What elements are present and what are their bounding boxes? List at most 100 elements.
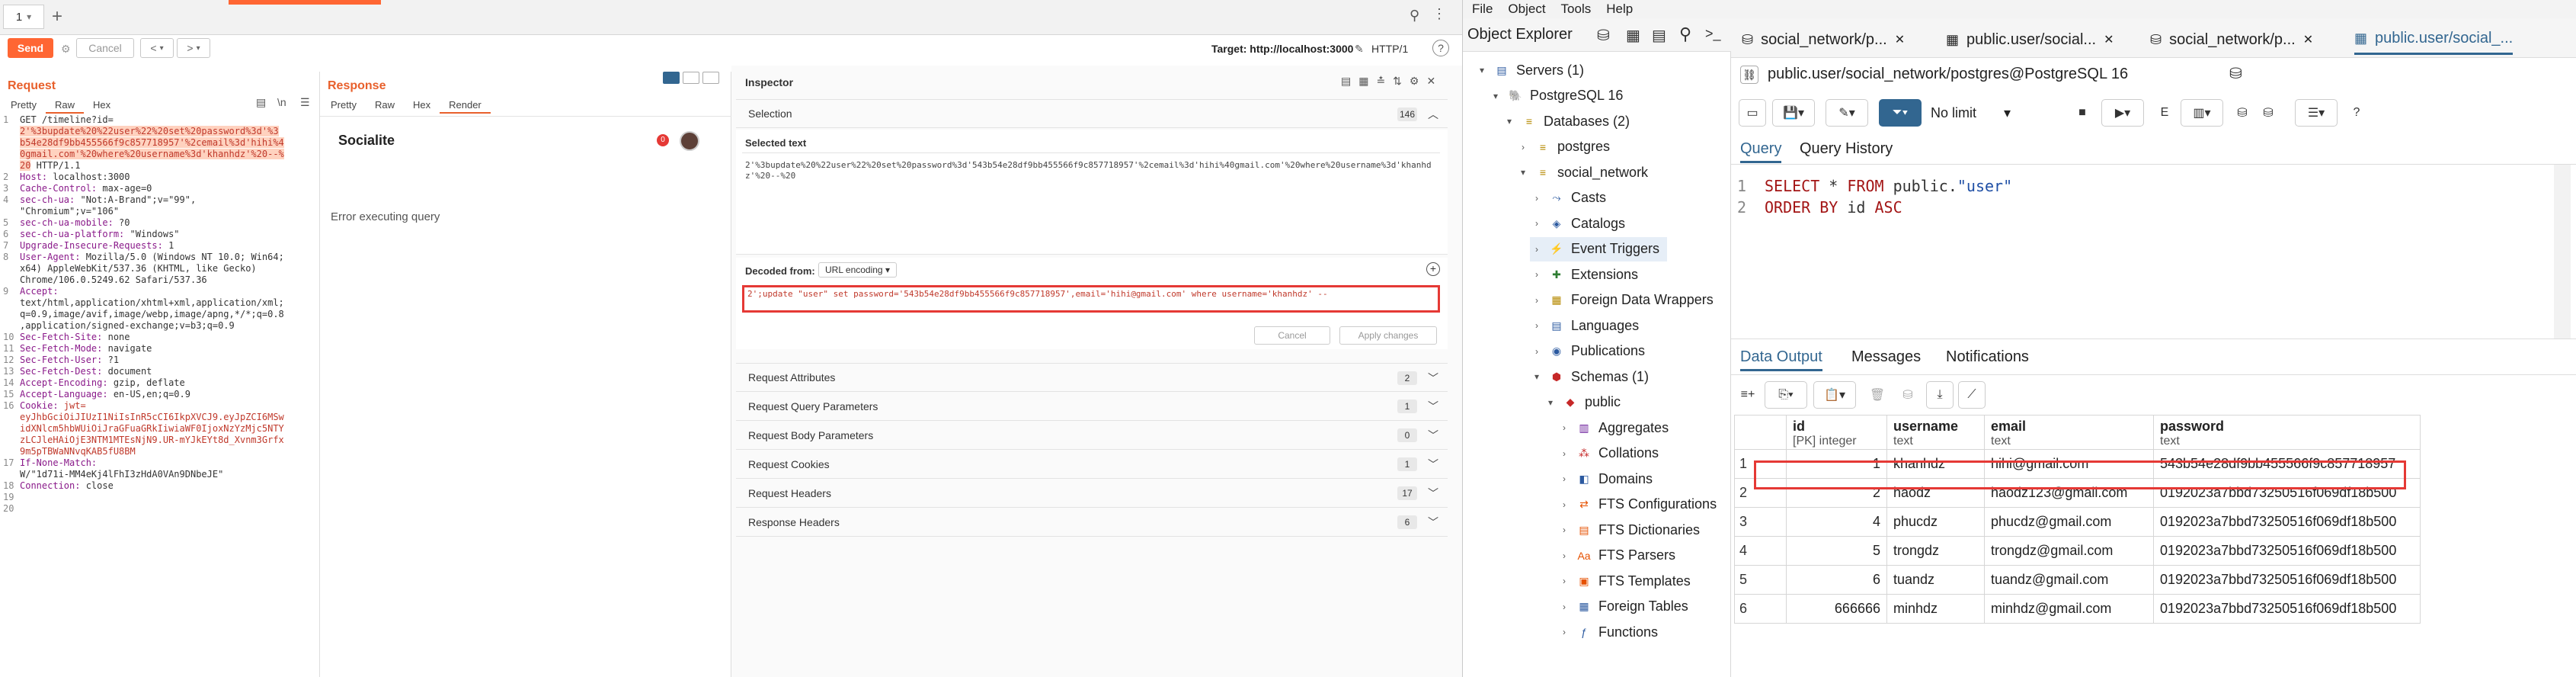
wrap-toggle-icon[interactable]: ▤ (256, 96, 266, 109)
tab-query[interactable]: Query (1740, 140, 1782, 163)
send-button[interactable]: Send (8, 38, 53, 58)
explain-icon[interactable]: E (2155, 99, 2174, 127)
expand-arrow-icon[interactable]: ▾ (1516, 167, 1530, 178)
disconnect-icon[interactable]: ⛓ (1740, 66, 1758, 84)
table-row[interactable]: 6 666666 minhdz minhdz@gmail.com 0192023a7bb… (1734, 594, 2421, 624)
add-tab-button[interactable]: + (52, 6, 62, 27)
tree-item[interactable]: › ⚡ Event Triggers (1530, 236, 1668, 261)
tab-query-history[interactable]: Query History (1800, 140, 1893, 158)
cell-password[interactable]: 0192023a7bbd73250516f069df18b500 (2153, 594, 2421, 624)
expand-arrow-icon[interactable]: › (1557, 550, 1571, 561)
stop-icon[interactable]: ■ (2072, 99, 2092, 127)
cell-username[interactable]: khanhdz (1886, 449, 1985, 479)
save-icon[interactable]: 💾▾ (1772, 99, 1815, 127)
tree-item[interactable]: › ⤳ Casts (1530, 186, 1606, 210)
macros-icon[interactable]: ☰▾ (2295, 99, 2338, 127)
expand-arrow-icon[interactable]: › (1557, 473, 1571, 484)
explain-analyze-icon[interactable]: ▥▾ (2181, 99, 2223, 127)
connection-string[interactable]: public.user/social_network/postgres@Post… (1768, 66, 2128, 83)
inspector-section[interactable]: Request Body Parameters 0 ﹀ (736, 421, 1448, 450)
back-button[interactable]: < ▾ (140, 38, 174, 58)
cell-email[interactable]: hihi@gmail.com (1984, 449, 2154, 479)
chevron-down-icon[interactable]: ﹀ (1428, 457, 1438, 472)
column-header-username[interactable]: username text (1886, 415, 1985, 450)
cell-email[interactable]: tuandz@gmail.com (1984, 565, 2154, 595)
graph-icon[interactable]: ⟋ (1958, 381, 1986, 409)
chevron-down-icon[interactable]: ﹀ (1428, 371, 1438, 386)
execute-icon[interactable]: ▶▾ (2101, 99, 2144, 127)
tree-item[interactable]: ▾ ≡ social_network (1516, 160, 1648, 184)
view-data-icon[interactable]: ▤ (1652, 26, 1666, 45)
cancel-button[interactable]: Cancel (76, 38, 134, 58)
table-row[interactable]: 4 5 trongdz trongdz@gmail.com 0192023a7bbd73… (1734, 536, 2421, 566)
tree-item[interactable]: ▾ ▤ Servers (1) (1475, 58, 1584, 82)
table-grid-icon[interactable]: ▦ (1626, 26, 1640, 45)
menu-tools[interactable]: Tools (1561, 2, 1592, 17)
tree-item[interactable]: › ▦ Foreign Tables (1557, 595, 1688, 619)
tab-hex[interactable]: Hex (84, 98, 120, 114)
expand-arrow-icon[interactable]: › (1557, 525, 1571, 535)
cell-password[interactable]: 0192023a7bbd73250516f069df18b500 (2153, 536, 2421, 566)
tab-notifications[interactable]: Notifications (1946, 348, 2029, 366)
cell-email[interactable]: trongdz@gmail.com (1984, 536, 2154, 566)
tree-item[interactable]: › ▥ Aggregates (1557, 416, 1669, 440)
rollback-icon[interactable]: ⛁ (2258, 99, 2278, 127)
column-header-password[interactable]: password text (2153, 415, 2421, 450)
expand-arrow-icon[interactable]: › (1530, 346, 1544, 357)
sql-editor[interactable]: 1 SELECT * FROM public."user" 2 ORDER BY id… (1731, 165, 2576, 338)
table-row[interactable]: 1 1 khanhdz hihi@gmail.com 543b54e28df9bb455… (1734, 449, 2421, 479)
tab-raw[interactable]: Raw (45, 98, 84, 114)
expand-arrow-icon[interactable]: › (1557, 576, 1571, 586)
cell-username[interactable]: phucdz (1886, 507, 1985, 537)
paste-icon[interactable]: 📋▾ (1813, 381, 1856, 409)
table-row[interactable]: 5 6 tuandz tuandz@gmail.com 0192023a7bbd7325… (1734, 565, 2421, 595)
edit-icon[interactable]: ✎▾ (1826, 99, 1868, 127)
cell-password[interactable]: 0192023a7bbd73250516f069df18b500 (2153, 507, 2421, 537)
encoding-select[interactable]: URL encoding ▾ (818, 262, 897, 278)
tree-item[interactable]: › Aa FTS Parsers (1557, 544, 1675, 568)
table-row[interactable]: 2 2 haodz haodz123@gmail.com 0192023a7bbd732… (1734, 478, 2421, 508)
cell-id[interactable]: 6 (1786, 565, 1887, 595)
tree-item[interactable]: › ⇄ FTS Configurations (1557, 493, 1717, 517)
cell-password[interactable]: 0192023a7bbd73250516f069df18b500 (2153, 565, 2421, 595)
tab-pretty[interactable]: Pretty (322, 98, 366, 114)
tree-item[interactable]: › ✚ Extensions (1530, 262, 1638, 287)
open-folder-icon[interactable]: ▭ (1739, 99, 1766, 127)
database-icon[interactable]: ⛁ (1597, 26, 1610, 45)
copy-icon[interactable]: ⎘▾ (1765, 381, 1807, 409)
chevron-down-icon[interactable]: ﹀ (1428, 515, 1438, 530)
expand-arrow-icon[interactable]: ▾ (1475, 65, 1489, 75)
menu-file[interactable]: File (1472, 2, 1493, 17)
tab-data-output[interactable]: Data Output (1740, 348, 1822, 371)
cell-username[interactable]: minhdz (1886, 594, 1985, 624)
cell-id[interactable]: 5 (1786, 536, 1887, 566)
tab-messages[interactable]: Messages (1851, 348, 1921, 366)
layout-horizontal-icon[interactable] (683, 72, 699, 84)
inspector-section[interactable]: Request Headers 17 ﹀ (736, 479, 1448, 508)
tree-item[interactable]: ▾ ⬢ Schemas (1) (1530, 364, 1649, 389)
tree-item[interactable]: › ▦ Foreign Data Wrappers (1530, 288, 1714, 313)
cell-id[interactable]: 666666 (1786, 594, 1887, 624)
column-header-id[interactable]: id [PK] integer (1786, 415, 1887, 450)
add-icon[interactable]: + (1426, 262, 1440, 276)
cell-username[interactable]: tuandz (1886, 565, 1985, 595)
expand-arrow-icon[interactable]: › (1530, 295, 1544, 306)
query-tab[interactable]: ⛁ social_network/p... ✕ (2150, 24, 2313, 55)
limit-select[interactable]: No limit ▾ (1931, 105, 2011, 121)
filter-icon[interactable]: ⏷▾ (1879, 99, 1922, 127)
menu-help[interactable]: Help (1606, 2, 1633, 17)
chevron-down-icon[interactable]: ﹀ (1428, 428, 1438, 443)
chevron-up-icon[interactable]: ︿ (1428, 107, 1438, 122)
expand-arrow-icon[interactable]: › (1530, 269, 1544, 280)
chevron-down-icon[interactable]: ﹀ (1428, 399, 1438, 414)
expand-arrow-icon[interactable]: ▾ (1489, 91, 1502, 101)
inspector-section[interactable]: Request Query Parameters 1 ﹀ (736, 392, 1448, 421)
tab-raw[interactable]: Raw (366, 98, 404, 114)
tab-hex[interactable]: Hex (404, 98, 440, 114)
terminal-icon[interactable]: >_ (1705, 26, 1721, 42)
help-icon[interactable]: ? (1432, 40, 1449, 56)
expand-arrow-icon[interactable]: ▾ (1502, 116, 1516, 127)
tree-item[interactable]: › ▣ FTS Templates (1557, 569, 1691, 593)
delete-icon[interactable]: 🗑 (1864, 381, 1891, 409)
add-row-icon[interactable]: ≡+ (1734, 381, 1762, 409)
